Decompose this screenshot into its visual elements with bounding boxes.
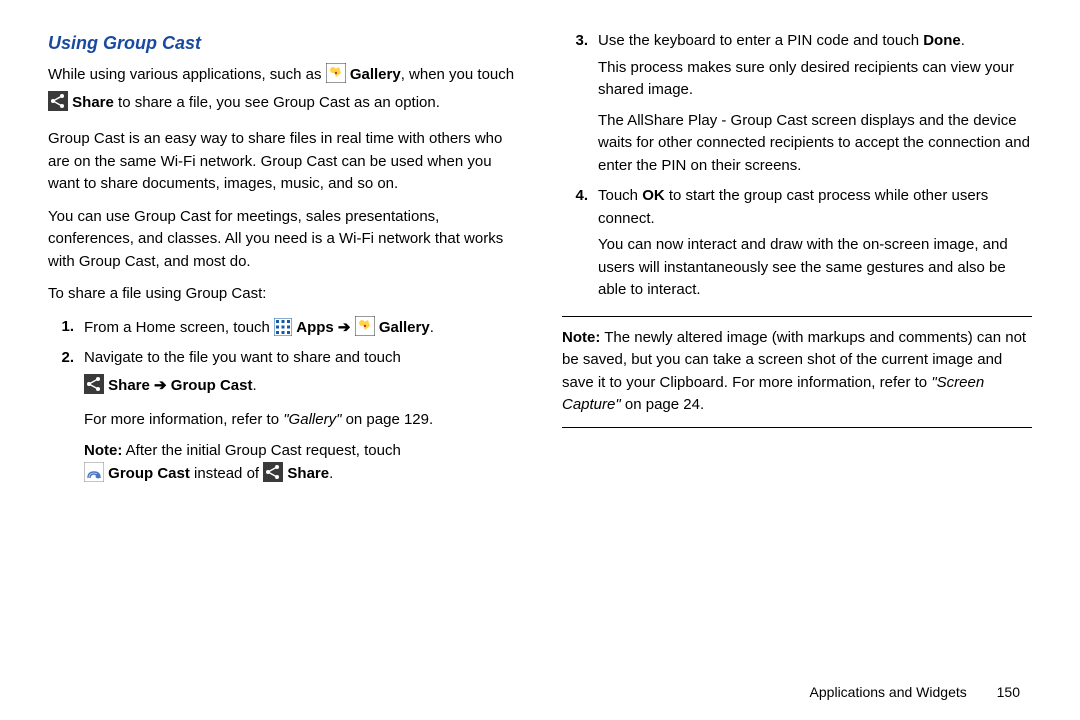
share-icon — [48, 91, 68, 119]
text-bold: Share — [72, 94, 114, 111]
step-3-sub: This process makes sure only desired rec… — [598, 57, 1032, 102]
text: instead of — [190, 465, 263, 482]
step-number: 1. — [48, 316, 84, 344]
step-body: Navigate to the file you want to share a… — [84, 347, 518, 370]
page-footer: Applications and Widgets 150 — [810, 684, 1020, 700]
note-label: Note: — [84, 442, 122, 459]
gallery-icon — [355, 316, 375, 344]
text-bold: Done — [923, 32, 961, 49]
text-bold: Share — [108, 377, 150, 394]
text: on page 129. — [341, 411, 433, 428]
text: , when you touch — [401, 66, 514, 83]
arrow: ➔ — [334, 319, 355, 336]
step-2-ref: For more information, refer to "Gallery"… — [84, 409, 518, 432]
text-bold: Gallery — [350, 66, 401, 83]
step-body: Touch OK to start the group cast process… — [598, 185, 1032, 230]
step-1: 1. From a Home screen, touch Apps ➔ Gall… — [48, 316, 518, 344]
text-bold: Apps — [296, 319, 334, 336]
text: Use the keyboard to enter a PIN code and… — [598, 32, 923, 49]
step-2-note: Note: After the initial Group Cast reque… — [84, 440, 518, 490]
text-bold: Share — [287, 465, 329, 482]
step-3-sub: The AllShare Play - Group Cast screen di… — [598, 110, 1032, 178]
text: . — [252, 377, 256, 394]
xref: "Gallery" — [283, 411, 341, 428]
step-number: 4. — [562, 185, 598, 230]
text-bold: Gallery — [379, 319, 430, 336]
step-body: From a Home screen, touch Apps ➔ Gallery… — [84, 316, 518, 344]
paragraph: While using various applications, such a… — [48, 63, 518, 118]
gallery-icon — [326, 63, 346, 91]
paragraph: You can use Group Cast for meetings, sal… — [48, 206, 518, 274]
section-title: Using Group Cast — [48, 30, 518, 57]
text: While using various applications, such a… — [48, 66, 326, 83]
text: Navigate to the file you want to share a… — [84, 349, 401, 366]
text-bold: Group Cast — [171, 377, 253, 394]
note-label: Note: — [562, 329, 600, 346]
text: Touch — [598, 187, 642, 204]
footer-page-number: 150 — [997, 684, 1020, 700]
text: on page 24. — [621, 396, 704, 413]
text: After the initial Group Cast request, to… — [122, 442, 400, 459]
text: From a Home screen, touch — [84, 319, 274, 336]
step-2-sub: Share ➔ Group Cast. — [84, 374, 518, 402]
paragraph: To share a file using Group Cast: — [48, 283, 518, 306]
text-bold: OK — [642, 187, 665, 204]
step-body: Use the keyboard to enter a PIN code and… — [598, 30, 1032, 53]
text: . — [329, 465, 333, 482]
share-icon — [84, 374, 104, 402]
step-number: 2. — [48, 347, 84, 370]
paragraph: Group Cast is an easy way to share files… — [48, 128, 518, 196]
step-3: 3. Use the keyboard to enter a PIN code … — [562, 30, 1032, 53]
left-column: Using Group Cast While using various app… — [48, 30, 518, 620]
share-icon — [263, 462, 283, 490]
step-4-sub: You can now interact and draw with the o… — [598, 234, 1032, 302]
text: . — [961, 32, 965, 49]
text: For more information, refer to — [84, 411, 283, 428]
text: to share a file, you see Group Cast as a… — [114, 94, 440, 111]
text-bold: Group Cast — [108, 465, 190, 482]
apps-icon — [274, 318, 292, 344]
group-cast-icon — [84, 462, 104, 490]
text: . — [430, 319, 434, 336]
right-column: 3. Use the keyboard to enter a PIN code … — [562, 30, 1032, 620]
step-number: 3. — [562, 30, 598, 53]
step-2: 2. Navigate to the file you want to shar… — [48, 347, 518, 370]
arrow: ➔ — [150, 377, 171, 394]
footer-section: Applications and Widgets — [810, 684, 967, 700]
note-box: Note: The newly altered image (with mark… — [562, 316, 1032, 428]
step-4: 4. Touch OK to start the group cast proc… — [562, 185, 1032, 230]
